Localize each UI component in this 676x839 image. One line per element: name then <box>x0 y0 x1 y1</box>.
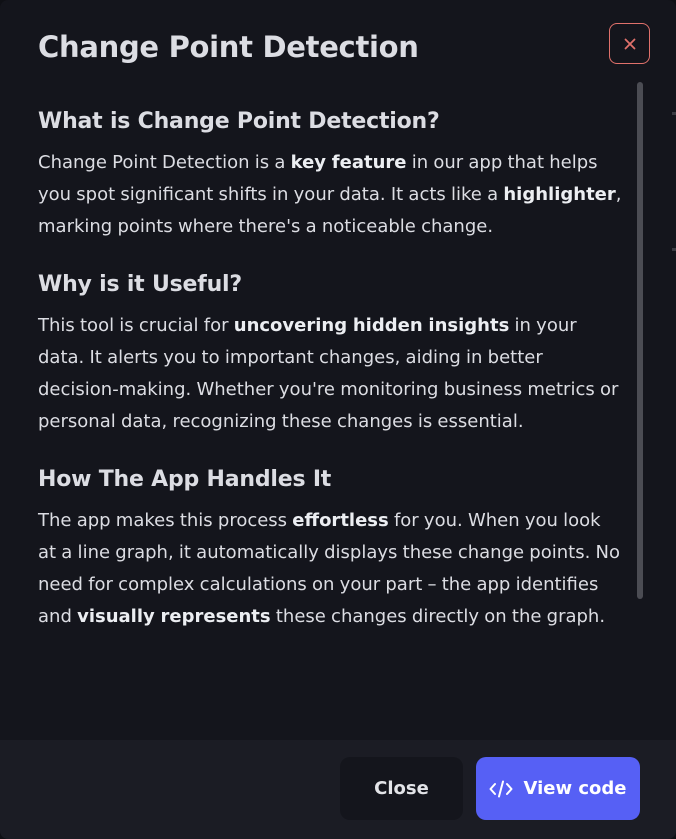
close-modal-button[interactable] <box>609 23 650 64</box>
emphasized-text: visually represents <box>77 606 271 627</box>
section-heading: How The App Handles It <box>38 467 332 492</box>
edge-marker <box>672 112 676 115</box>
modal-content: What is Change Point Detection? Change Po… <box>38 109 623 662</box>
modal-header: Change Point Detection <box>0 0 676 82</box>
section-heading: Why is it Useful? <box>38 272 242 297</box>
paragraph-text: these changes directly on the graph. <box>270 606 606 627</box>
modal-body: What is Change Point Detection? Change Po… <box>0 82 676 740</box>
code-icon <box>489 780 513 798</box>
emphasized-text: effortless <box>292 510 389 531</box>
paragraph-text: The app makes this process <box>38 510 293 531</box>
paragraph-text: Change Point Detection is a <box>38 152 291 173</box>
what-is-section: What is Change Point Detection? Change Po… <box>38 109 623 243</box>
section-heading: What is Change Point Detection? <box>38 109 440 134</box>
emphasized-text: key feature <box>290 152 407 173</box>
emphasized-text: uncovering hidden insights <box>233 315 510 336</box>
paragraph-text: This tool is crucial for <box>38 315 234 336</box>
view-code-label: View code <box>523 778 627 799</box>
why-useful-section: Why is it Useful? This tool is crucial fo… <box>38 272 623 438</box>
modal-title: Change Point Detection <box>38 30 419 64</box>
how-app-handles-section: How The App Handles It The app makes this… <box>38 467 623 633</box>
section-paragraph: This tool is crucial for uncovering hidd… <box>38 310 623 438</box>
section-paragraph: Change Point Detection is a key feature … <box>38 147 623 243</box>
close-button[interactable]: Close <box>340 757 463 820</box>
emphasized-text: highlighter <box>503 184 616 205</box>
view-code-button[interactable]: View code <box>476 757 640 820</box>
edge-marker <box>672 248 676 251</box>
modal-footer: Close View code <box>0 740 676 839</box>
close-x-icon <box>623 37 637 51</box>
scrollbar-thumb[interactable] <box>637 82 643 599</box>
scrollbar[interactable] <box>637 82 644 740</box>
change-point-detection-modal: Change Point Detection What is Change Po… <box>0 0 676 839</box>
section-paragraph: The app makes this process effortless fo… <box>38 505 623 633</box>
